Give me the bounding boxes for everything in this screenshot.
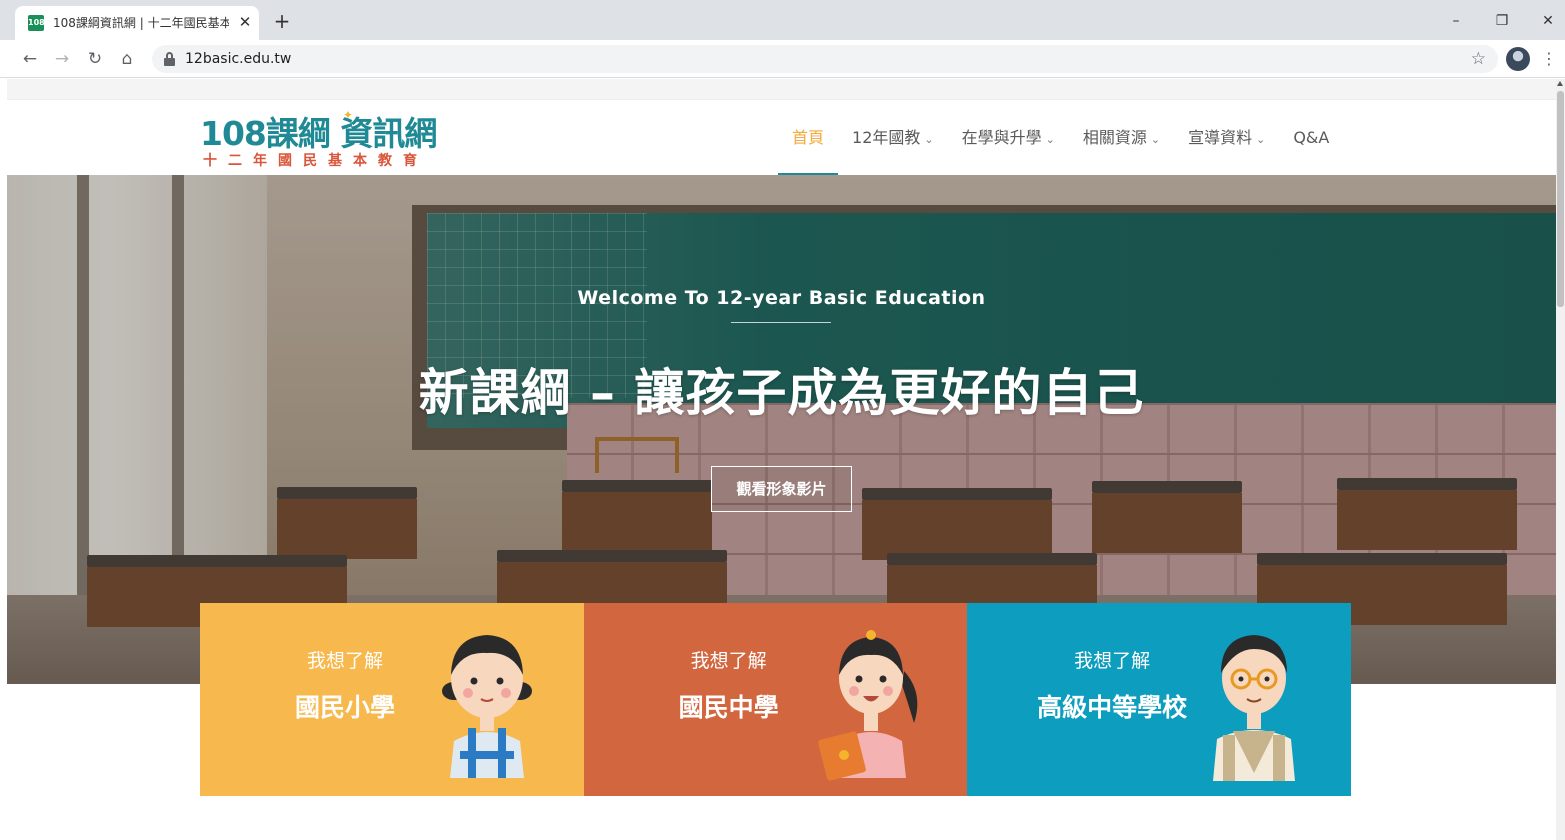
school-level-cards: 我想了解 國民小學 我想了解 國民中學 我想了解 高級中等學校 (200, 603, 1351, 796)
scroll-up-icon[interactable] (1557, 81, 1563, 86)
logo-main-text: 108課綱 (200, 114, 331, 153)
logo-highlight-text: 資訊網 (340, 114, 437, 153)
back-icon[interactable]: ← (19, 48, 41, 70)
watch-video-button[interactable]: 觀看形象影片 (711, 466, 852, 512)
minimize-icon[interactable]: – (1442, 8, 1470, 34)
card-senior-high-school[interactable]: 我想了解 高級中等學校 (967, 603, 1351, 796)
hero-title: 新課綱 – 讓孩子成為更好的自己 (418, 364, 1145, 422)
nav-item-qa[interactable]: Q&A (1279, 100, 1343, 175)
lock-icon[interactable] (164, 52, 175, 66)
page-viewport: 108課綱 資訊網 ✦ 十二年國民基本教育 首頁 12年國教 ⌄ 在學與升學 ⌄ 相… (0, 79, 1565, 840)
card-title: 國民小學 (294, 693, 395, 722)
nav-item-label: 宣導資料 (1188, 128, 1253, 147)
nav-item-label: 首頁 (792, 128, 825, 147)
forward-icon[interactable]: → (51, 48, 73, 70)
browser-menu-icon[interactable]: ⋮ (1540, 47, 1558, 71)
card-kicker: 我想了解 (306, 650, 383, 672)
nav-item-label: 相關資源 (1082, 128, 1147, 147)
site-header: 108課綱 資訊網 ✦ 十二年國民基本教育 首頁 12年國教 ⌄ 在學與升學 ⌄ 相… (7, 100, 1556, 175)
top-bar (7, 79, 1556, 100)
high-school-teacher-icon (1213, 635, 1296, 781)
card-title: 國民中學 (678, 693, 779, 722)
browser-tab[interactable]: 108 108課綱資訊網 | 十二年國民基本 ✕ (15, 6, 259, 40)
chevron-down-icon: ⌄ (1150, 133, 1161, 146)
card-title: 高級中等學校 (1037, 693, 1188, 722)
reload-icon[interactable]: ↻ (84, 48, 106, 70)
logo-text: 108課綱 資訊網 (200, 114, 437, 154)
nav-item-label: 12年國教 (852, 128, 921, 147)
browser-tab-strip: 108 108課綱資訊網 | 十二年國民基本 ✕ + – ❐ ✕ (0, 0, 1565, 40)
close-window-icon[interactable]: ✕ (1534, 8, 1562, 34)
nav-item-resources[interactable]: 相關資源 ⌄ (1069, 100, 1174, 175)
logo-subtitle: 十二年國民基本教育 (203, 153, 428, 169)
bookmark-star-icon[interactable]: ☆ (1471, 48, 1486, 70)
close-tab-icon[interactable]: ✕ (236, 13, 254, 31)
nav-item-label: Q&A (1293, 128, 1330, 147)
profile-avatar[interactable] (1506, 47, 1530, 71)
card-kicker: 我想了解 (1074, 650, 1151, 672)
card-elementary-school[interactable]: 我想了解 國民小學 (200, 603, 584, 796)
chevron-down-icon: ⌄ (1045, 133, 1055, 146)
main-nav: 首頁 12年國教 ⌄ 在學與升學 ⌄ 相關資源 ⌄ 宣導資料 ⌄ Q&A (778, 100, 1343, 175)
nav-item-12-year-education[interactable]: 12年國教 ⌄ (838, 100, 948, 175)
url-text[interactable]: 12basic.edu.tw (185, 50, 291, 68)
address-bar[interactable]: 12basic.edu.tw ☆ (152, 45, 1498, 73)
hero-divider (731, 322, 831, 323)
chevron-down-icon: ⌄ (1256, 133, 1266, 146)
card-junior-high-school[interactable]: 我想了解 國民中學 (583, 603, 968, 796)
tab-title: 108課綱資訊網 | 十二年國民基本 (53, 16, 229, 30)
nav-item-label: 在學與升學 (961, 128, 1042, 147)
site-favicon-icon: 108 (28, 15, 45, 31)
chevron-down-icon: ⌄ (924, 133, 934, 146)
junior-high-student-icon (817, 630, 917, 781)
nav-item-study-and-admission[interactable]: 在學與升學 ⌄ (948, 100, 1069, 175)
restore-icon[interactable]: ❐ (1488, 8, 1516, 34)
nav-item-promotional-materials[interactable]: 宣導資料 ⌄ (1174, 100, 1279, 175)
card-kicker: 我想了解 (690, 650, 767, 672)
sparkle-icon: ✦ (343, 108, 354, 122)
browser-toolbar: ← → ↻ ⌂ 12basic.edu.tw ☆ (0, 40, 1565, 78)
elementary-student-icon (442, 635, 532, 778)
home-icon[interactable]: ⌂ (116, 48, 138, 70)
site-logo[interactable]: 108課綱 資訊網 ✦ 十二年國民基本教育 (200, 106, 450, 172)
nav-item-home[interactable]: 首頁 (778, 100, 839, 175)
hero-welcome-text: Welcome To 12-year Basic Education (577, 287, 986, 309)
scrollbar-thumb[interactable] (1557, 91, 1564, 307)
new-tab-button[interactable]: + (270, 10, 294, 34)
page-scrollbar[interactable] (1556, 79, 1565, 840)
